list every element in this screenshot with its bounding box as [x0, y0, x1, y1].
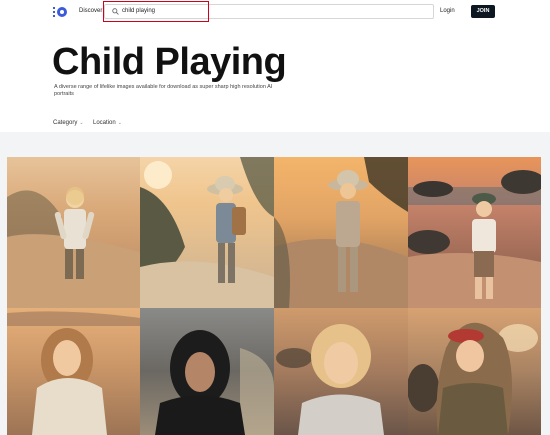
gallery-image[interactable]	[7, 308, 140, 435]
category-filter[interactable]: Category ⌄	[53, 120, 84, 126]
search-icon	[112, 8, 119, 15]
image-child-beach-dunes	[7, 157, 140, 308]
image-gallery	[7, 157, 541, 435]
logo-dot	[53, 7, 55, 9]
logo-dot	[53, 11, 55, 13]
filter-bar: Category ⌄ Location ⌄	[0, 116, 550, 132]
image-child-dark-hood	[140, 308, 274, 435]
site-logo[interactable]	[53, 7, 67, 17]
location-filter-label: Location	[93, 120, 116, 126]
gallery-image[interactable]	[408, 157, 541, 308]
top-navigation-bar: Discover child playing Login JOIN	[0, 0, 550, 28]
location-filter[interactable]: Location ⌄	[93, 120, 122, 126]
gallery-image[interactable]	[7, 157, 140, 308]
nav-discover-link[interactable]: Discover	[79, 8, 102, 14]
image-child-hat-dunes	[274, 157, 408, 308]
gallery-image[interactable]	[274, 157, 408, 308]
logo-hole	[60, 10, 64, 14]
page-title: Child Playing	[52, 41, 287, 83]
gallery-image[interactable]	[274, 308, 408, 435]
image-child-rocky-beach	[408, 157, 541, 308]
image-child-red-cap	[408, 308, 541, 435]
gallery-image[interactable]	[140, 308, 274, 435]
chevron-down-icon: ⌄	[117, 120, 122, 126]
gallery-image[interactable]	[408, 308, 541, 435]
chevron-down-icon: ⌄	[79, 120, 84, 126]
gallery-image[interactable]	[140, 157, 274, 308]
category-filter-label: Category	[53, 120, 78, 126]
logo-dot	[53, 15, 55, 17]
image-child-hat-backpack	[140, 157, 274, 308]
image-blonde-girl	[274, 308, 408, 435]
join-button[interactable]: JOIN	[471, 5, 495, 18]
image-girl-long-hair	[7, 308, 140, 435]
login-link[interactable]: Login	[440, 8, 455, 14]
page-subtitle: A diverse range of lifelike images avail…	[54, 84, 273, 97]
search-query-text: child playing	[122, 8, 156, 14]
